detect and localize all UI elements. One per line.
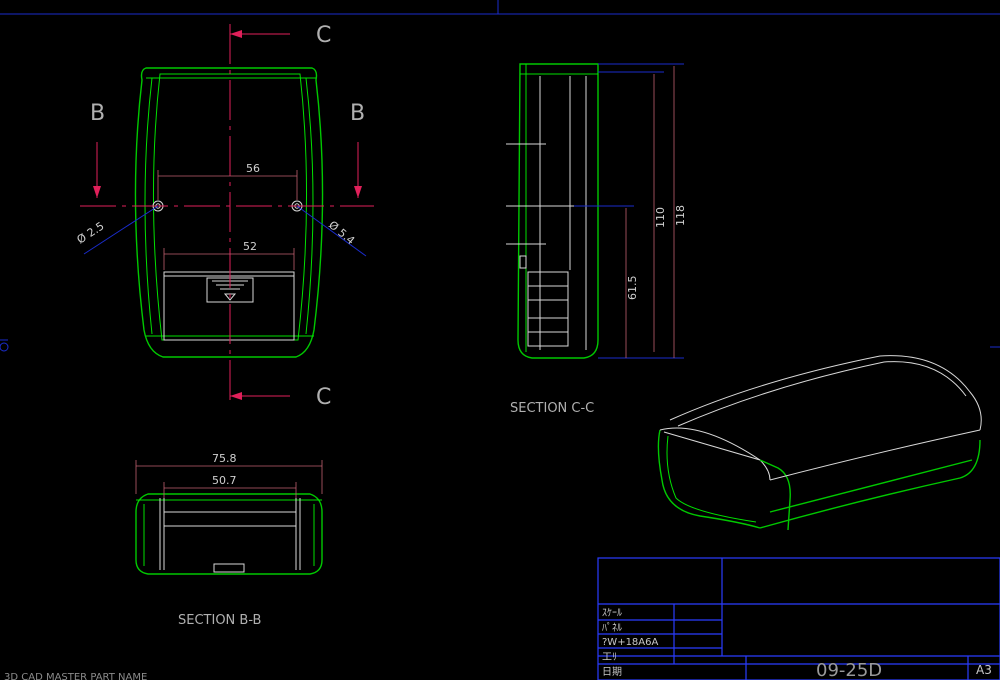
dimension-61-5: 61.5 bbox=[626, 276, 639, 301]
title-block bbox=[597, 557, 1000, 680]
dimension-110: 110 bbox=[654, 207, 667, 228]
section-cc-title: SECTION C-C bbox=[510, 401, 594, 416]
dimension-118: 118 bbox=[674, 205, 687, 226]
drawing-frame bbox=[0, 0, 1000, 352]
section-bb-title: SECTION B-B bbox=[178, 613, 261, 628]
hole-diameter-right: Ø 5.4 bbox=[326, 218, 357, 247]
title-block-part-label: ?W+18A6A bbox=[602, 637, 659, 648]
drawing-canvas: C C B B 56 52 Ø 2.5 Ø 5.4 118 110 61.5 S… bbox=[0, 0, 1000, 680]
dimension-75-8: 75.8 bbox=[212, 452, 237, 465]
section-mark-b-right: B bbox=[350, 101, 365, 126]
title-block-panel-label: ﾊﾟﾈﾙ bbox=[602, 622, 622, 634]
dimension-56: 56 bbox=[246, 162, 260, 175]
section-mark-c-bottom: C bbox=[316, 385, 331, 410]
title-block-date-label: 日期 bbox=[602, 666, 622, 678]
dimension-52: 52 bbox=[243, 240, 257, 253]
title-block-scale-label: ｽｹｰﾙ bbox=[602, 607, 622, 619]
front-view bbox=[80, 24, 374, 402]
footer-part-name: 3D CAD MASTER PART NAME bbox=[4, 672, 147, 680]
section-mark-b-left: B bbox=[90, 101, 105, 126]
sheet-size: A3 bbox=[976, 663, 992, 677]
section-mark-c-top: C bbox=[316, 23, 331, 48]
isometric-view bbox=[657, 355, 982, 531]
drawing-number: 09-25D bbox=[816, 660, 882, 680]
dimension-50-7: 50.7 bbox=[212, 474, 237, 487]
title-block-process-label: 工ﾘ bbox=[602, 652, 617, 663]
